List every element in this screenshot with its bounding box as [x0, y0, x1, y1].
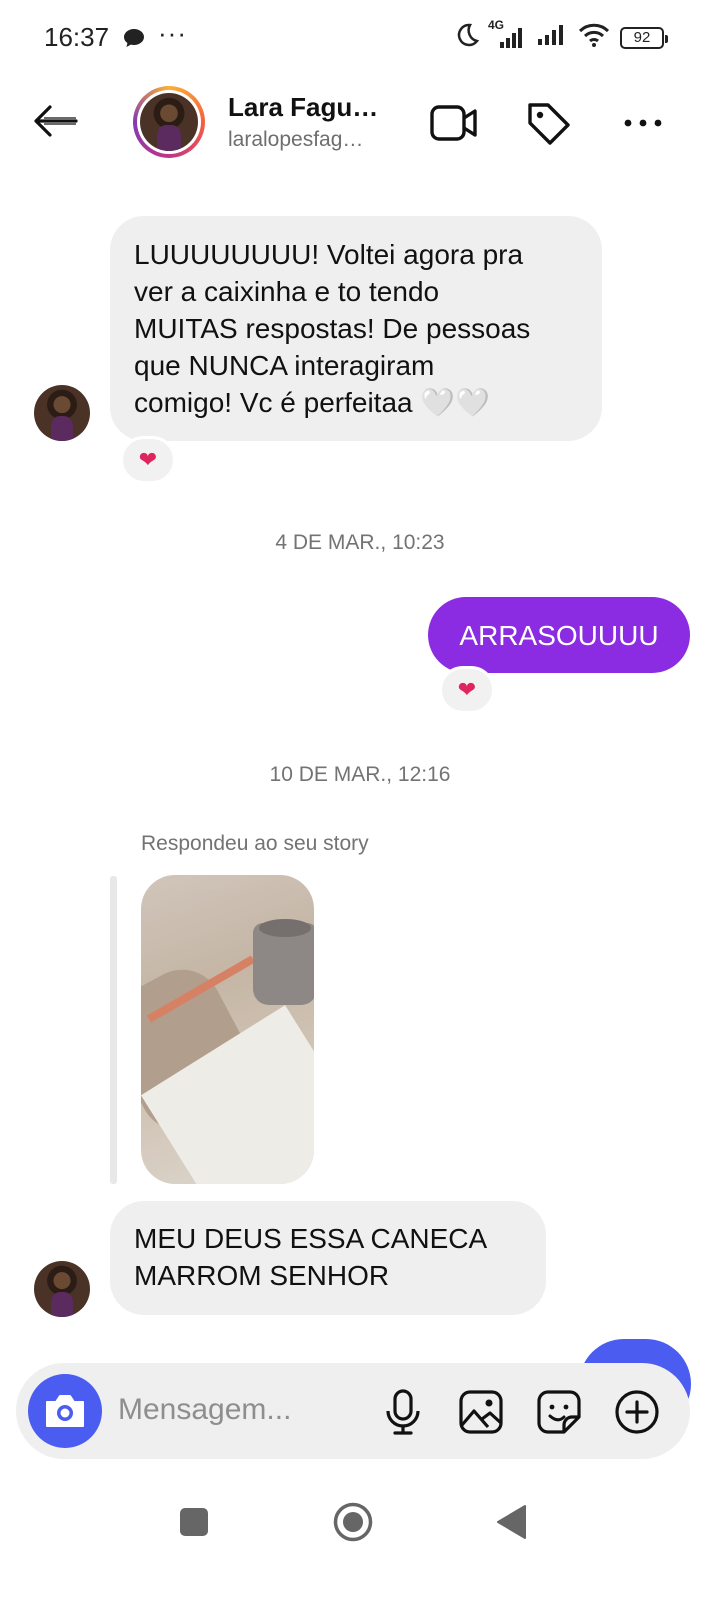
message-input[interactable]: Mensagem... [118, 1393, 291, 1427]
status-bar: 16:37 ··· 4G 92 [0, 0, 720, 76]
incoming-message-bubble[interactable]: LUUUUUUUU! Voltei agora pra ver a caixin… [110, 216, 602, 441]
tag-button[interactable] [522, 100, 574, 146]
heart-reaction[interactable]: ❤ [120, 436, 176, 484]
contact-username[interactable]: laralopesfag… [228, 128, 363, 152]
battery-indicator: 92 [620, 26, 668, 49]
timestamp: 10 DE MAR., 12:16 [269, 763, 451, 786]
signal-bars-icon [536, 23, 568, 52]
status-icons: 4G 92 [454, 18, 668, 53]
message-text: ARRASOUUUU [459, 619, 659, 651]
tag-icon [528, 103, 570, 145]
wifi-icon [578, 22, 610, 53]
story-mug-top [259, 919, 311, 937]
add-icon [615, 1390, 659, 1434]
home-button[interactable] [331, 1500, 375, 1544]
camera-button[interactable] [28, 1374, 102, 1448]
recent-apps-icon [180, 1508, 208, 1536]
timestamp: 4 DE MAR., 10:23 [275, 531, 445, 554]
outgoing-message-bubble[interactable]: ARRASOUUUU [428, 597, 690, 673]
conversation-header: Lara Fagu… laralopesfag… [0, 80, 720, 166]
more-options-icon [624, 119, 662, 127]
add-button[interactable] [612, 1387, 662, 1437]
home-icon [333, 1502, 373, 1542]
message-line: ver a caixinha e to tendo [134, 276, 440, 307]
message-line: MARROM SENHOR [134, 1260, 390, 1291]
status-more-dots: ··· [158, 18, 187, 48]
sticker-icon [537, 1390, 581, 1434]
chat-bubble-icon [123, 28, 145, 53]
network-type-label: 4G [488, 17, 505, 32]
message-line: MUITAS respostas! De pessoas [134, 313, 531, 344]
message-line: comigo! Vc é perfeitaa 🤍🤍 [134, 387, 491, 418]
heart-reaction[interactable]: ❤ [439, 666, 495, 714]
sender-avatar[interactable] [34, 1261, 90, 1317]
contact-photo [140, 93, 198, 151]
message-line: MEU DEUS ESSA CANECA [134, 1223, 488, 1254]
video-call-button[interactable] [428, 100, 480, 146]
contact-name[interactable]: Lara Fagu… [228, 92, 378, 123]
story-reply-label: Respondeu ao seu story [141, 832, 369, 855]
back-icon [497, 1505, 526, 1539]
microphone-button[interactable] [378, 1387, 428, 1437]
recent-apps-button[interactable] [172, 1500, 216, 1544]
sticker-button[interactable] [534, 1387, 584, 1437]
more-options-button[interactable] [617, 100, 669, 146]
message-line: LUUUUUUUU! Voltei agora pra [134, 239, 524, 270]
camera-icon [46, 1395, 84, 1427]
heart-reaction-icon: ❤ [138, 447, 158, 472]
status-time: 16:37 [44, 22, 110, 52]
signal-4g-icon: 4G [488, 18, 526, 50]
back-arrow-icon [34, 105, 78, 137]
microphone-icon [386, 1389, 420, 1435]
do-not-disturb-moon-icon [454, 22, 480, 53]
incoming-message-bubble[interactable]: MEU DEUS ESSA CANECA MARROM SENHOR [110, 1201, 546, 1315]
video-call-icon [430, 105, 477, 141]
sender-avatar[interactable] [34, 385, 90, 441]
message-composer: Mensagem... [16, 1363, 690, 1459]
gallery-button[interactable] [456, 1387, 506, 1437]
story-reply-indicator [110, 876, 117, 1184]
gallery-icon [459, 1390, 503, 1434]
message-line: que NUNCA interagiram [134, 350, 435, 381]
contact-avatar[interactable] [133, 86, 205, 158]
back-button[interactable] [28, 98, 82, 144]
story-thumbnail[interactable] [141, 875, 314, 1184]
heart-reaction-icon: ❤ [457, 677, 477, 702]
system-back-button[interactable] [490, 1500, 534, 1544]
